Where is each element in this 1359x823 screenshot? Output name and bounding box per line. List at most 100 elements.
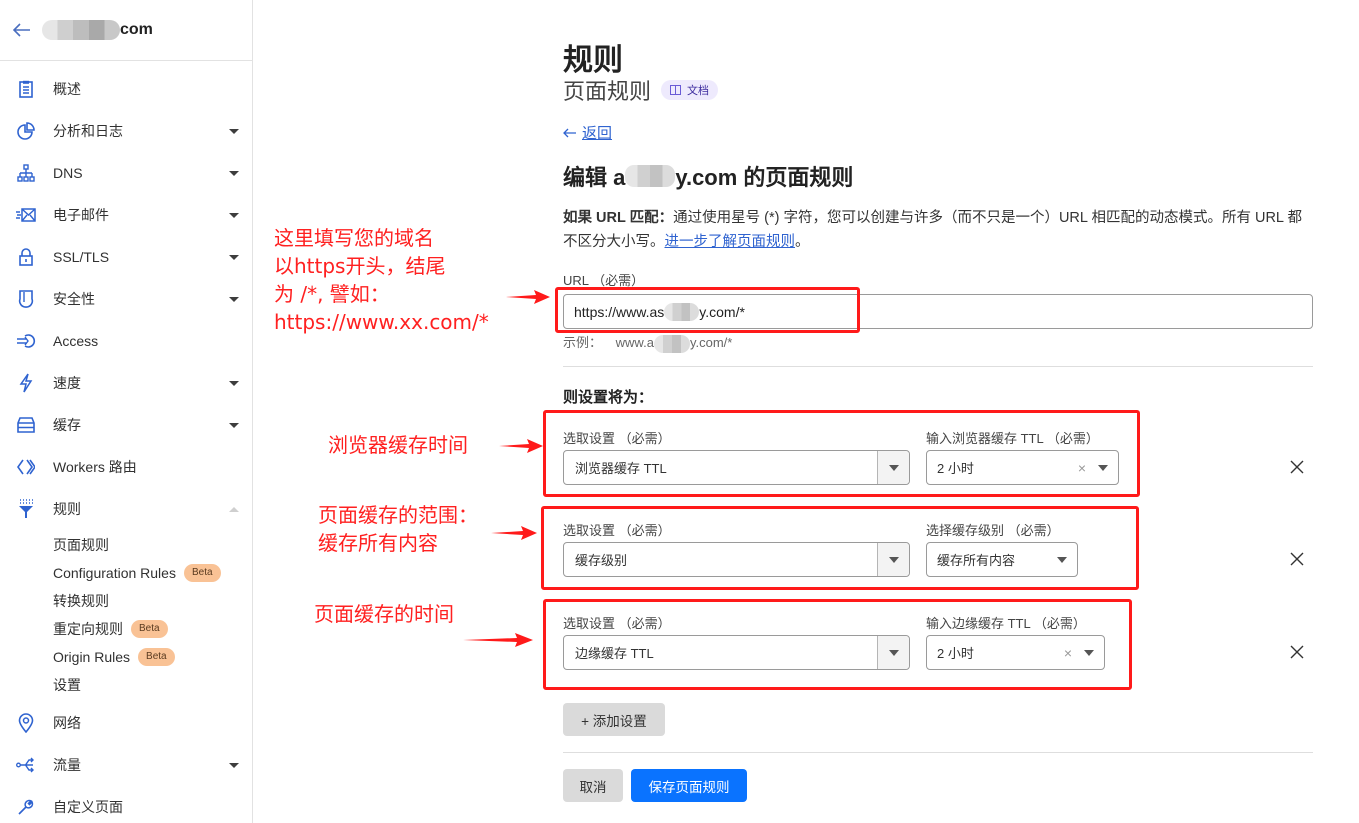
beta-badge: Beta (138, 648, 175, 666)
caret-down-icon (229, 212, 239, 218)
remove-setting-button[interactable] (1288, 643, 1306, 661)
annotation-browser-cache: 浏览器缓存时间 (328, 433, 468, 457)
url-example-prefix: www.a (615, 335, 654, 350)
arrow-left-icon (563, 128, 576, 137)
sidebar-item-ssl-tls[interactable]: SSL/TLS (0, 236, 252, 278)
learn-more-link[interactable]: 进一步了解页面规则 (665, 234, 796, 250)
sidebar-subitem-label: Configuration Rules (53, 565, 176, 581)
sidebar-subitem-label: 重定向规则 (53, 621, 123, 637)
sidebar-item-label: Access (53, 333, 99, 349)
domain-suffix: com (120, 21, 153, 38)
sidebar-subitem-label: 页面规则 (53, 537, 109, 553)
sidebar-item-caching[interactable]: 缓存 (0, 404, 252, 446)
annotation-highlight-browser-cache (543, 410, 1140, 497)
edit-rule-title: 编辑 a y.com 的页面规则 (563, 160, 853, 192)
annotation-line: 为 /*, 譬如： (274, 282, 390, 306)
code-brackets-icon (16, 457, 36, 477)
lightning-icon (16, 373, 36, 393)
annotation-highlight-url (555, 287, 860, 333)
annotation-url-note: 这里填写您的域名 以https开头，结尾 为 /*, 譬如： https://w… (274, 224, 489, 336)
sidebar-item-speed[interactable]: 速度 (0, 362, 252, 404)
url-example-label: 示例： (563, 335, 603, 350)
caret-down-icon (229, 380, 239, 386)
caret-up-icon (229, 506, 239, 512)
zone-domain[interactable]: com (42, 20, 153, 40)
sidebar-item-custom-pages[interactable]: 自定义页面 (0, 786, 252, 823)
sidebar-item-overview[interactable]: 概述 (0, 68, 252, 110)
sidebar-item-label: 安全性 (53, 291, 95, 307)
save-page-rule-button[interactable]: 保存页面规则 (631, 769, 747, 802)
sidebar-item-label: 分析和日志 (53, 123, 123, 139)
annotation-cache-level: 页面缓存的范围： 缓存所有内容 (318, 501, 478, 557)
caret-down-icon (229, 254, 239, 260)
sidebar-item-label: 自定义页面 (53, 799, 123, 815)
description-bold: 如果 URL 匹配： (563, 210, 674, 226)
page-subtitle: 页面规则 文档 (563, 74, 719, 106)
traffic-icon (16, 755, 36, 775)
page-title: 规则 (563, 44, 623, 77)
sidebar-item-email[interactable]: 电子邮件 (0, 194, 252, 236)
close-icon (1290, 460, 1304, 474)
sidebar-item-rules[interactable]: 规则 (0, 488, 252, 530)
caret-down-icon (229, 170, 239, 176)
beta-badge: Beta (131, 620, 168, 638)
envelope-icon (16, 205, 36, 225)
network-tree-icon (16, 163, 36, 183)
back-link[interactable]: 返回 (563, 122, 612, 143)
settings-title: 则设置将为： (563, 389, 654, 406)
sidebar: com 概述 分析和日志 DNS 电子邮件 SSL/TLS 安全性 Access… (0, 0, 253, 823)
remove-setting-button[interactable] (1288, 550, 1306, 568)
beta-badge: Beta (183, 564, 221, 582)
sidebar-item-dns[interactable]: DNS (0, 152, 252, 194)
sidebar-item-workers-routes[interactable]: Workers 路由 (0, 446, 252, 488)
sidebar-item-traffic[interactable]: 流量 (0, 744, 252, 786)
wrench-icon (16, 797, 36, 817)
sidebar-header: com (0, 0, 252, 61)
url-match-description: 如果 URL 匹配：通过使用星号 (*) 字符，您可以创建与许多（而不只是一个）… (563, 206, 1313, 254)
funnel-icon (16, 499, 36, 519)
annotation-line: 缓存所有内容 (318, 531, 438, 555)
docs-link[interactable]: 文档 (661, 80, 719, 100)
edit-title-suffix: y.com 的页面规则 (675, 165, 854, 190)
edit-title-prefix: 编辑 a (563, 165, 626, 190)
clipboard-icon (16, 79, 36, 99)
sidebar-item-label: 规则 (53, 501, 81, 517)
sidebar-subitem-settings[interactable]: 设置 (53, 672, 81, 698)
sidebar-subitem-label: 设置 (53, 677, 81, 693)
remove-setting-button[interactable] (1288, 458, 1306, 476)
sidebar-item-access[interactable]: Access (0, 320, 252, 362)
sidebar-subitem-transform-rules[interactable]: 转换规则 (53, 588, 109, 614)
sidebar-item-label: 流量 (53, 757, 81, 773)
access-icon (16, 331, 36, 351)
sidebar-item-analytics[interactable]: 分析和日志 (0, 110, 252, 152)
sidebar-item-label: SSL/TLS (53, 249, 110, 265)
sidebar-item-security[interactable]: 安全性 (0, 278, 252, 320)
back-arrow-icon[interactable] (12, 20, 32, 40)
caret-down-icon (229, 762, 239, 768)
annotation-arrow-icon (499, 439, 543, 453)
cancel-button[interactable]: 取消 (563, 769, 623, 802)
annotation-arrow-icon (506, 290, 550, 304)
sidebar-subitem-redirect-rules[interactable]: 重定向规则 Beta (53, 616, 168, 642)
annotation-edge-cache: 页面缓存的时间 (314, 602, 454, 626)
sidebar-item-network[interactable]: 网络 (0, 702, 252, 744)
sidebar-subitem-configuration-rules[interactable]: Configuration Rules Beta (53, 560, 221, 586)
sidebar-subitem-page-rules[interactable]: 页面规则 (53, 532, 109, 558)
url-example-suffix: y.com/* (689, 335, 733, 350)
sidebar-subitem-origin-rules[interactable]: Origin Rules Beta (53, 644, 175, 670)
shield-icon (16, 289, 36, 309)
annotation-arrow-icon (463, 633, 533, 647)
sidebar-item-label: DNS (53, 165, 83, 181)
annotation-highlight-cache-level (541, 506, 1139, 590)
redacted-domain (42, 20, 120, 40)
annotation-highlight-edge-cache (543, 599, 1132, 690)
add-setting-button[interactable]: + 添加设置 (563, 703, 665, 736)
divider (563, 366, 1313, 367)
caret-down-icon (229, 296, 239, 302)
storage-icon (16, 415, 36, 435)
url-example: 示例： www.a y.com/* (563, 332, 732, 353)
description-end: 。 (795, 234, 810, 250)
location-pin-icon (16, 713, 36, 733)
back-link-label: 返回 (582, 125, 613, 142)
caret-down-icon (229, 128, 239, 134)
